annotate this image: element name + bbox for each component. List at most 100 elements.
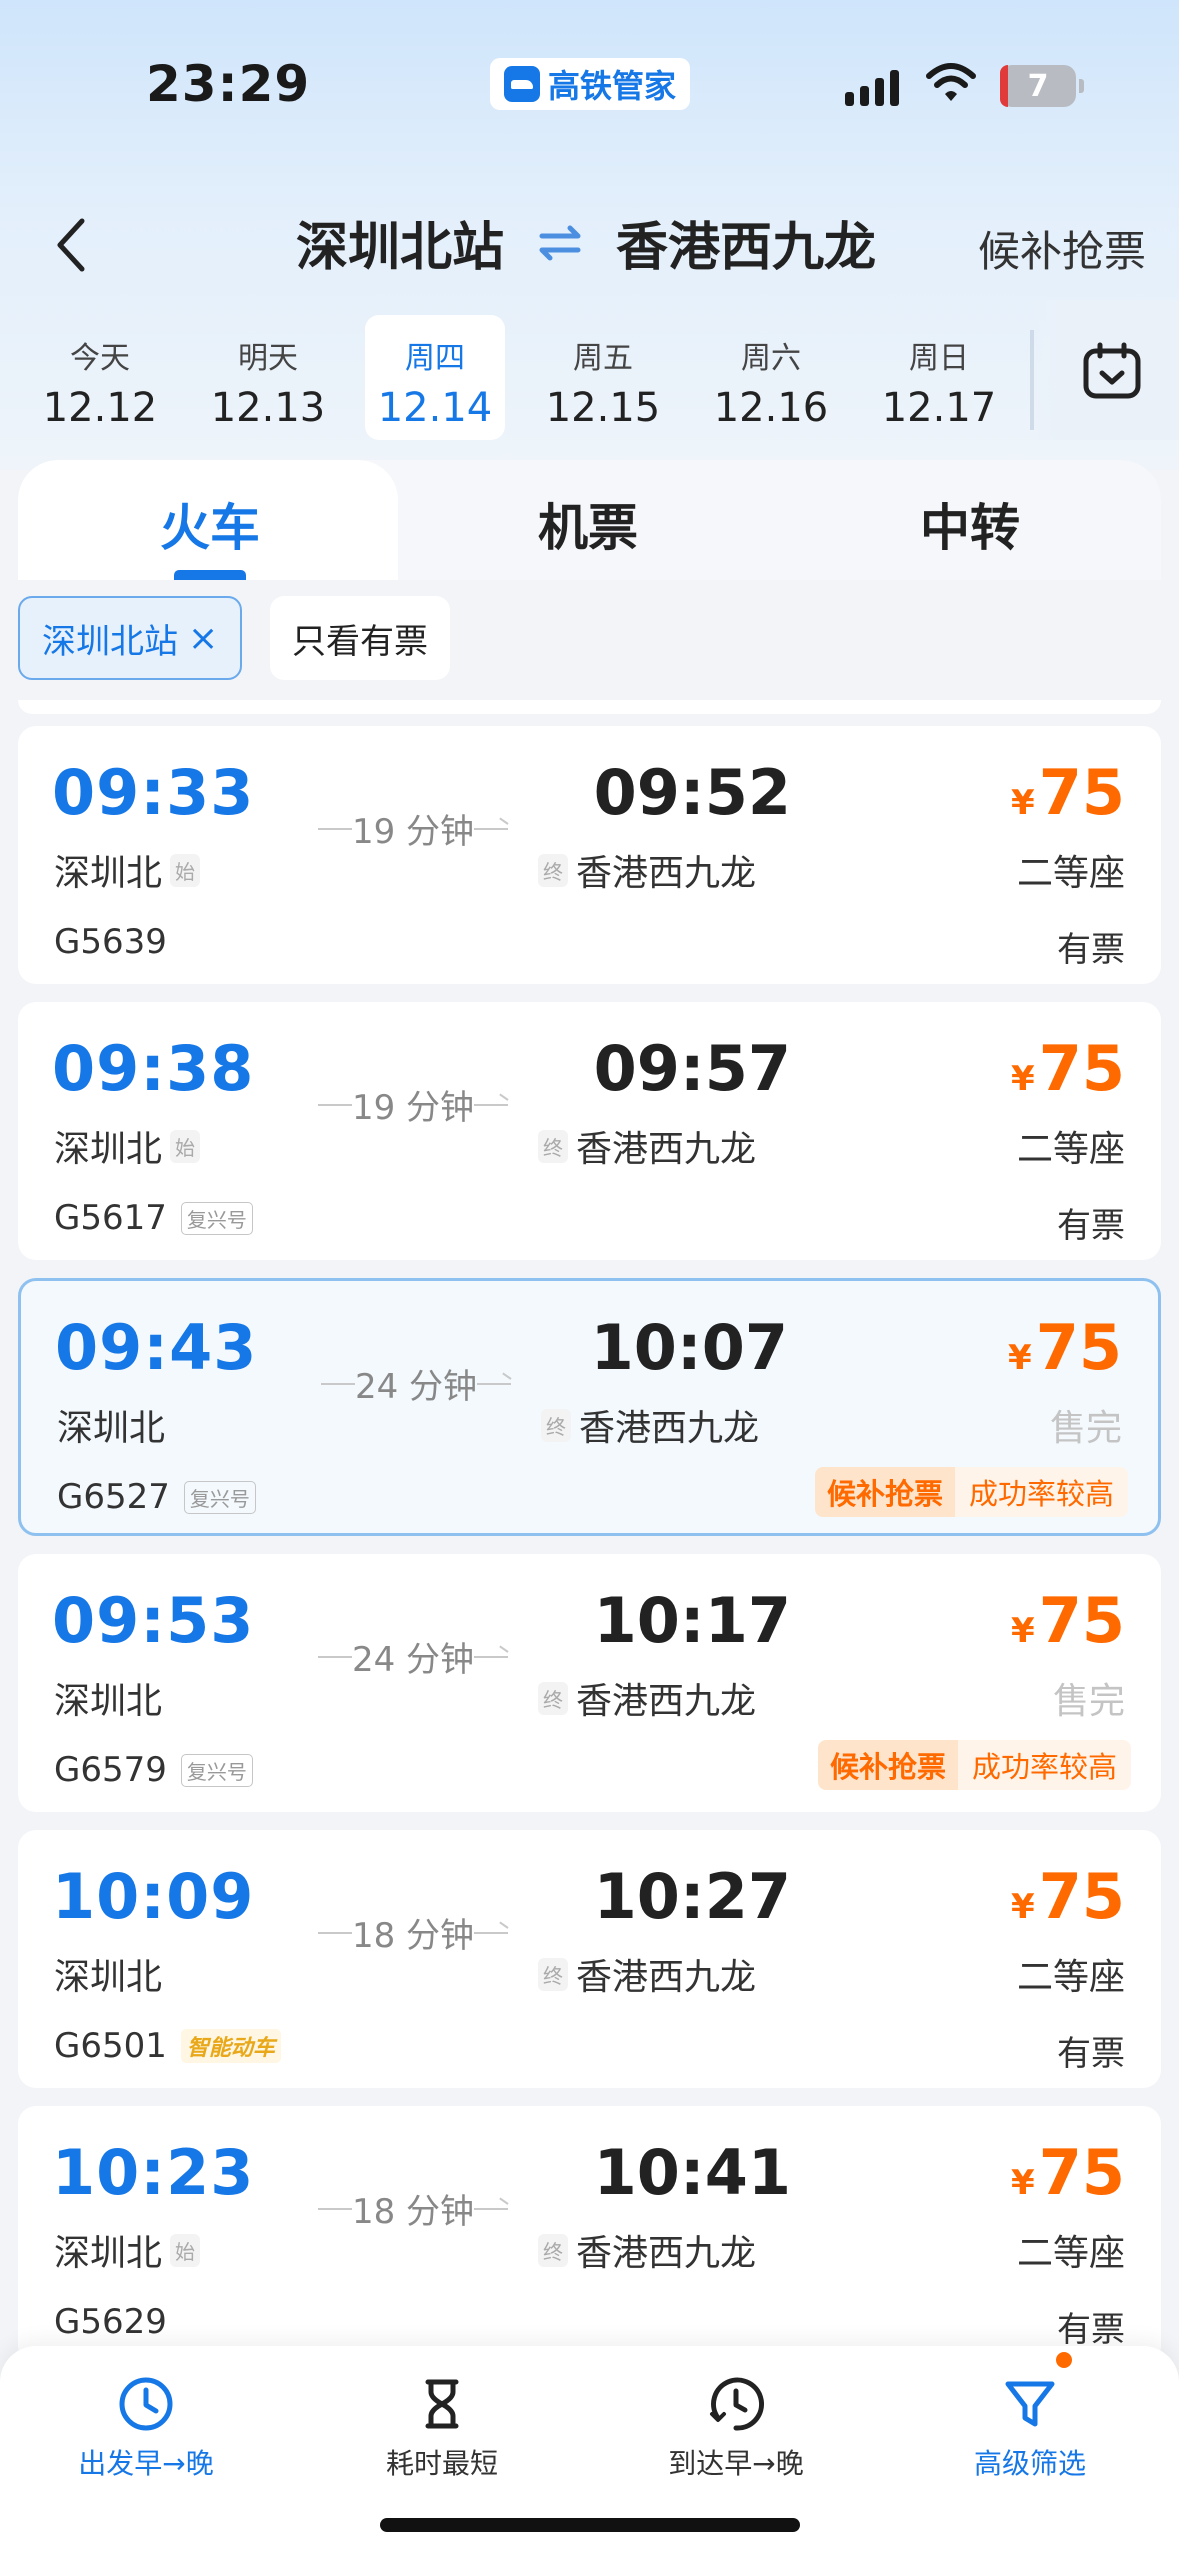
sold-out-label: 售完 [1052,1681,1125,1722]
terminal-tag: 终 [538,2233,568,2267]
arrival-time: 10:41 [593,2136,791,2209]
date-value: 12.13 [210,385,326,431]
train-card[interactable]: 10:23 深圳北 始 18 分钟 10:41 终 香港西九龙 ¥ 75 二等座… [18,2106,1161,2364]
train-number-text: G5639 [54,922,167,962]
origin-tag: 始 [170,853,201,887]
duration-text: 24 分钟 [354,1367,478,1407]
destination-station: 香港西九龙 [616,218,877,278]
departure-station: 深圳北 [54,1672,162,1724]
trip-duration: 18 分钟 [308,2184,518,2233]
swap-icon[interactable] [530,218,590,268]
clock-icon [119,2377,173,2431]
date-item[interactable]: 周五 12.15 [533,315,673,440]
waitlist-tag[interactable]: 候补抢票 成功率较高 [817,1740,1131,1790]
route-title[interactable]: 深圳北站 香港西九龙 [296,205,876,280]
sort-duration-button[interactable]: 耗时最短 [332,2356,552,2482]
date-item-selected[interactable]: 周四 12.14 [365,315,505,440]
station-filter-chip[interactable]: 深圳北站 × [18,596,243,680]
train-number: G5639 [54,922,167,962]
date-weekday: 明天 [238,341,298,376]
tab-train[interactable]: 火车 [110,488,310,560]
currency-symbol: ¥ [1011,1059,1035,1099]
advanced-filter-button[interactable]: 高级筛选 [920,2356,1140,2482]
price-value: 75 [1038,1584,1125,1657]
date-value: 12.16 [713,385,829,431]
close-icon[interactable]: × [188,618,218,659]
wifi-icon [926,63,976,101]
waitlist-tag[interactable]: 候补抢票 成功率较高 [814,1467,1128,1517]
date-weekday: 周日 [909,341,969,376]
train-number-text: G5629 [54,2302,167,2342]
price-value: 75 [1038,1860,1125,1933]
departure-station: 深圳北 始 [54,844,201,896]
sort-duration-label: 耗时最短 [385,2447,498,2480]
train-number: G5629 [54,2302,167,2342]
tab-flight[interactable]: 机票 [488,488,688,560]
date-value: 12.12 [42,385,158,431]
trip-duration: 19 分钟 [308,804,518,853]
sort-arrival-button[interactable]: 到达早→晚 [626,2356,846,2482]
sort-departure-button[interactable]: 出发早→晚 [36,2356,256,2482]
ticket-price: ¥ 75 [1008,1311,1122,1384]
date-value: 12.17 [881,385,997,431]
trip-duration: 18 分钟 [308,1908,518,1957]
back-icon[interactable] [52,215,92,275]
train-card-selected[interactable]: 09:43 深圳北 24 分钟 10:07 终 香港西九龙 ¥ 75 售完 G6… [18,1278,1161,1536]
sort-departure-label: 出发早→晚 [78,2447,214,2480]
seat-class: 二等座 [1016,853,1125,894]
origin-tag: 始 [170,1129,201,1163]
train-card[interactable]: 09:53 深圳北 24 分钟 10:17 终 香港西九龙 ¥ 75 售完 G6… [18,1554,1161,1812]
train-number: G5617 复兴号 [54,1198,253,1238]
departure-time: 09:43 [55,1311,258,1384]
transport-tabs: 火车 机票 中转 [18,460,1161,580]
filter-icon [1005,2381,1055,2427]
filter-bar: 深圳北站 × 只看有票 [18,580,1161,695]
arrival-station: 终 香港西九龙 [538,1120,756,1172]
trip-duration: 19 分钟 [308,1080,518,1129]
date-item[interactable]: 周六 12.16 [701,315,841,440]
price-value: 75 [1035,1311,1122,1384]
date-weekday: 周四 [405,341,465,376]
seat-class: 二等座 [1016,1129,1125,1170]
date-item[interactable]: 明天 12.13 [198,315,338,440]
ticket-price: ¥ 75 [1011,1032,1125,1105]
date-item[interactable]: 周日 12.17 [869,315,1009,440]
departure-station-name: 深圳北 [54,2233,163,2274]
train-card[interactable]: 10:09 深圳北 18 分钟 10:27 终 香港西九龙 ¥ 75 二等座 G… [18,1830,1161,2088]
arrival-station-name: 香港西九龙 [576,1129,757,1170]
duration-text: 18 分钟 [351,2192,475,2232]
train-card[interactable]: 09:33 深圳北 始 19 分钟 09:52 终 香港西九龙 ¥ 75 二等座… [18,726,1161,984]
only-available-chip[interactable]: 只看有票 [270,596,450,680]
arrival-time: 09:52 [593,756,791,829]
fuxing-badge: 复兴号 [180,1753,253,1787]
currency-symbol: ¥ [1011,2163,1035,2203]
arrival-station: 终 香港西九龙 [541,1399,759,1451]
ticket-price: ¥ 75 [1011,1584,1125,1657]
train-number: G6579 复兴号 [54,1750,253,1790]
terminal-tag: 终 [538,1129,568,1163]
date-weekday: 周六 [741,341,801,376]
calendar-button[interactable] [1030,300,1179,440]
arrival-station: 终 香港西九龙 [538,1948,756,2000]
waitlist-tag-label: 候补抢票 [817,1740,958,1790]
advanced-filter-label: 高级筛选 [973,2447,1086,2480]
home-indicator[interactable] [380,2518,800,2532]
train-card[interactable]: 09:38 深圳北 始 19 分钟 09:57 终 香港西九龙 ¥ 75 二等座… [18,1002,1161,1260]
departure-time: 10:23 [52,2136,255,2209]
waitlist-button[interactable]: 候补抢票 [978,218,1146,279]
departure-station-name: 深圳北 [54,1957,163,1998]
currency-symbol: ¥ [1011,1887,1035,1927]
terminal-tag: 终 [538,1957,568,1991]
duration-text: 24 分钟 [351,1640,475,1680]
departure-station: 深圳北 始 [54,2224,201,2276]
arrival-time: 10:07 [590,1311,788,1384]
date-item[interactable]: 今天 12.12 [30,315,170,440]
app-indicator[interactable]: 高铁管家 [490,58,691,110]
departure-station: 深圳北 [54,1948,162,2000]
date-weekday: 周五 [573,341,633,376]
ticket-availability: 有票 [1057,2034,1125,2074]
tab-transfer[interactable]: 中转 [870,488,1070,560]
ticket-availability: 有票 [1057,1206,1125,1246]
arrival-station: 终 香港西九龙 [538,1672,756,1724]
currency-symbol: ¥ [1011,783,1035,823]
